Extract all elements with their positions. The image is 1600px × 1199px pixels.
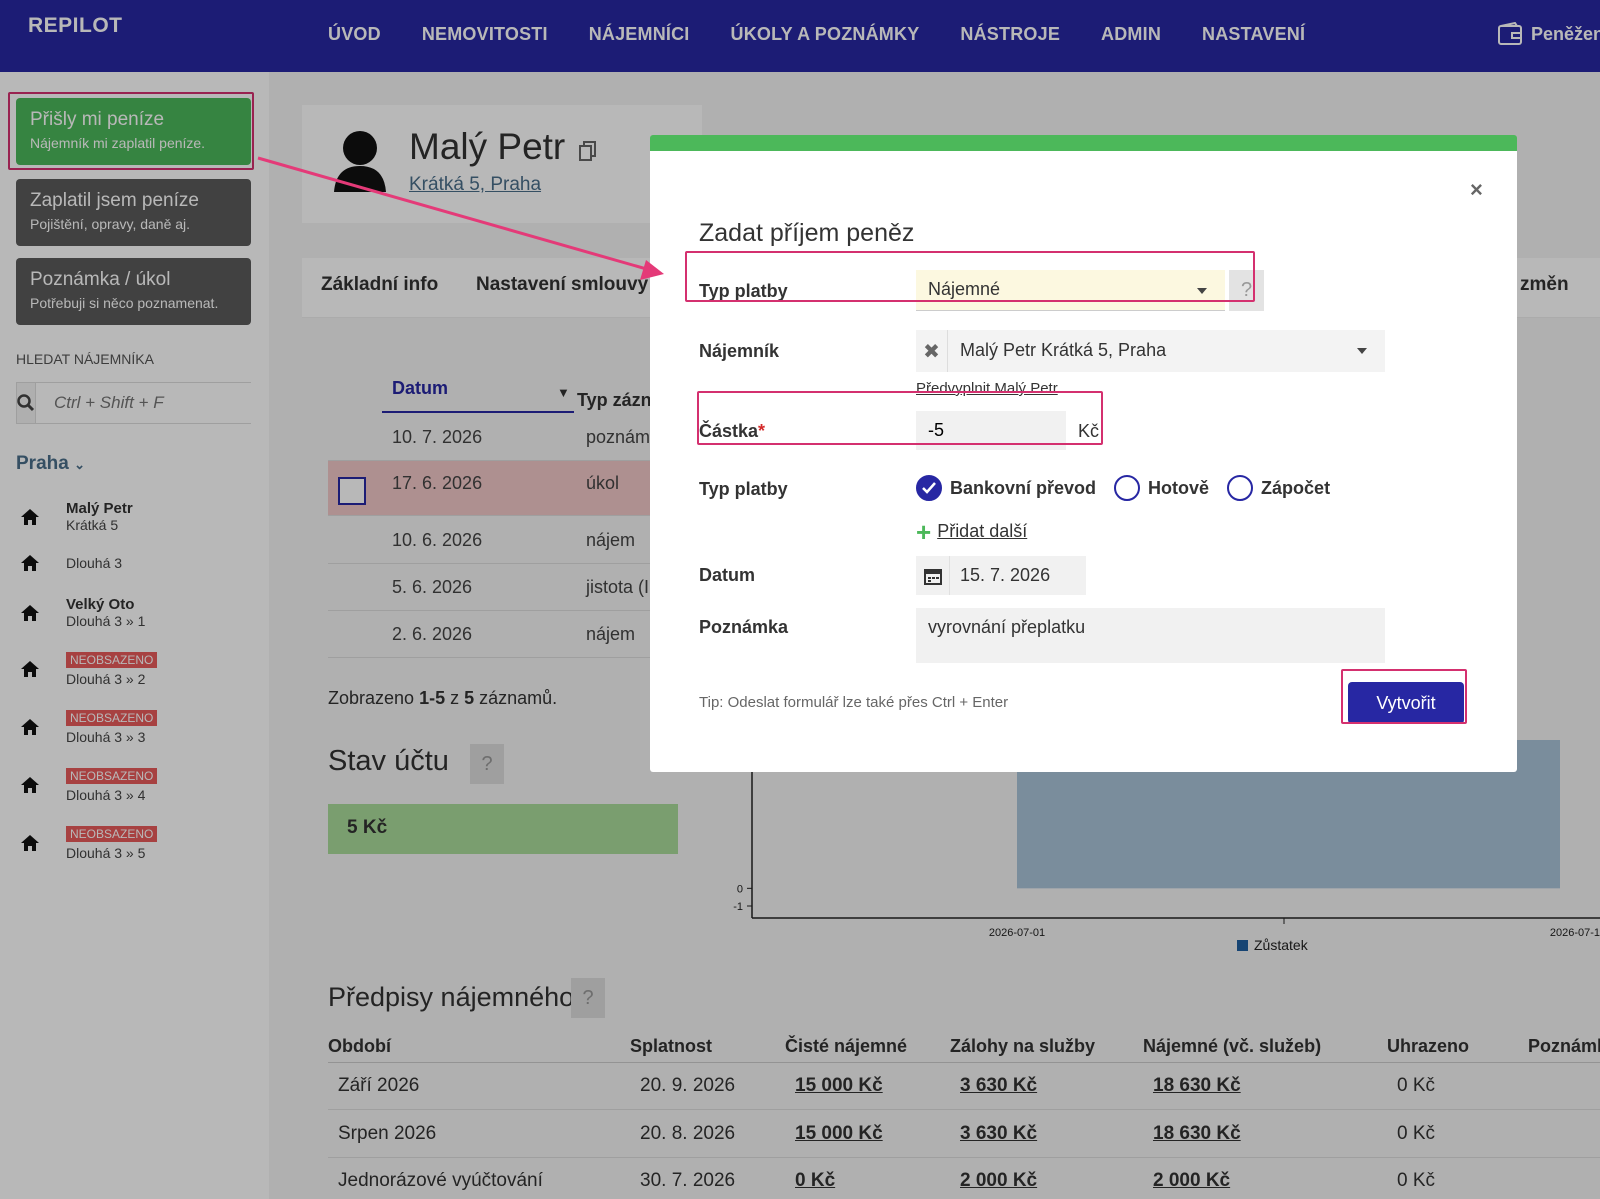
- annotation-arrow: [257, 156, 664, 280]
